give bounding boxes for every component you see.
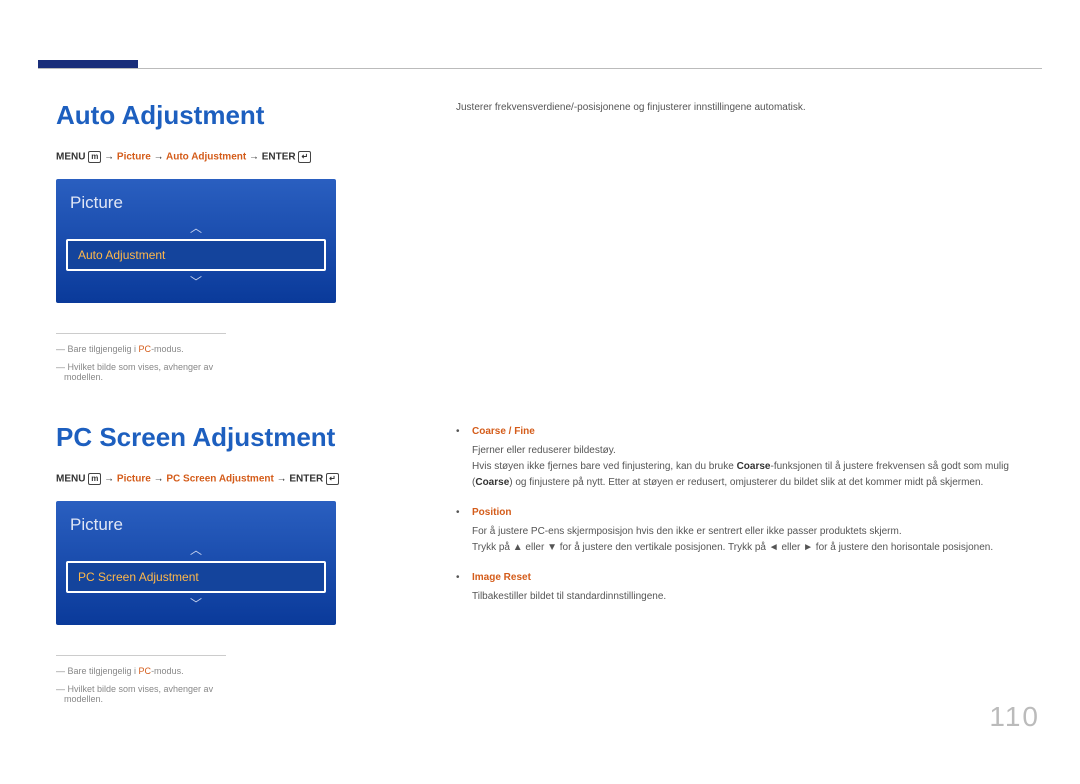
path-pc-screen-adjustment: PC Screen Adjustment (166, 474, 273, 485)
path-menu-label: MENU (56, 474, 88, 485)
path-arrow: → (274, 474, 290, 485)
bullet-body: Fjerner eller reduserer bildestøy. Hvis … (472, 445, 1009, 488)
osd-menu-panel-2: Picture ︿ PC Screen Adjustment ﹀ (56, 501, 336, 625)
footnote-text: ― Bare tilgjengelig i (56, 344, 139, 354)
osd-menu-item-auto-adjustment[interactable]: Auto Adjustment (66, 239, 326, 271)
menu-icon: m (88, 151, 101, 163)
path-auto-adjustment: Auto Adjustment (166, 152, 246, 163)
chevron-down-icon[interactable]: ﹀ (56, 597, 336, 611)
page-number: 110 (989, 701, 1040, 733)
bullet-title: Image Reset (472, 570, 1042, 586)
footnote-text: ― Bare tilgjengelig i (56, 666, 139, 676)
bullet-image-reset: Image Reset Tilbakestiller bildet til st… (456, 570, 1042, 605)
enter-icon: ↵ (326, 473, 339, 485)
bold-term: Coarse (475, 477, 509, 488)
footnote-text: -modus. (151, 666, 184, 676)
section2-path: MENU m → Picture → PC Screen Adjustment … (56, 473, 396, 485)
chevron-up-icon[interactable]: ︿ (56, 543, 336, 557)
osd-menu-item-pc-screen-adjustment[interactable]: PC Screen Adjustment (66, 561, 326, 593)
osd-menu-title: Picture (56, 189, 336, 221)
footnote-1: ― Bare tilgjengelig i PC-modus. (56, 666, 226, 676)
section1-description: Justerer frekvensverdiene/-posisjonene o… (456, 100, 1042, 116)
section2-bullet-list: Coarse / Fine Fjerner eller reduserer bi… (456, 424, 1042, 605)
bullet-title: Position (472, 505, 1042, 521)
body-text: ) og finjustere på nytt. Etter at støyen… (509, 477, 983, 488)
right-column: Justerer frekvensverdiene/-posisjonene o… (456, 100, 1042, 744)
section2-footnotes: ― Bare tilgjengelig i PC-modus. ― Hvilke… (56, 655, 226, 704)
bullet-body: For å justere PC-ens skjermposisjon hvis… (472, 526, 993, 553)
path-arrow: → (101, 152, 117, 163)
menu-icon: m (88, 473, 101, 485)
chevron-up-icon[interactable]: ︿ (56, 221, 336, 235)
bullet-body: Tilbakestiller bildet til standardinnsti… (472, 591, 666, 602)
path-picture: Picture (117, 474, 151, 485)
page-content: Auto Adjustment MENU m → Picture → Auto … (0, 0, 1080, 784)
path-arrow: → (151, 152, 166, 163)
footnote-highlight: PC (139, 344, 152, 354)
osd-menu-title: Picture (56, 511, 336, 543)
body-text: Fjerner eller reduserer bildestøy. Hvis … (472, 445, 737, 472)
path-arrow: → (151, 474, 167, 485)
bullet-title: Coarse / Fine (472, 424, 1042, 440)
footnote-highlight: PC (139, 666, 152, 676)
header-rule (38, 68, 1042, 69)
enter-icon: ↵ (298, 151, 311, 163)
bullet-position: Position For å justere PC-ens skjermposi… (456, 505, 1042, 556)
path-arrow: → (101, 474, 117, 485)
header-accent-bar (38, 60, 138, 68)
bold-term: Coarse (737, 461, 771, 472)
path-enter-label: ENTER (262, 152, 299, 163)
section1-path: MENU m → Picture → Auto Adjustment → ENT… (56, 151, 396, 163)
chevron-down-icon[interactable]: ﹀ (56, 275, 336, 289)
path-arrow: → (246, 152, 262, 163)
path-menu-label: MENU (56, 152, 88, 163)
section2-heading: PC Screen Adjustment (56, 422, 396, 453)
footnote-1: ― Bare tilgjengelig i PC-modus. (56, 344, 226, 354)
footnote-text: -modus. (151, 344, 184, 354)
footnote-2: ― Hvilket bilde som vises, avhenger av m… (56, 362, 226, 382)
bullet-coarse-fine: Coarse / Fine Fjerner eller reduserer bi… (456, 424, 1042, 491)
osd-menu-panel-1: Picture ︿ Auto Adjustment ﹀ (56, 179, 336, 303)
section1-footnotes: ― Bare tilgjengelig i PC-modus. ― Hvilke… (56, 333, 226, 382)
left-column: Auto Adjustment MENU m → Picture → Auto … (56, 100, 396, 744)
path-picture: Picture (117, 152, 151, 163)
section1-heading: Auto Adjustment (56, 100, 396, 131)
path-enter-label: ENTER (289, 474, 326, 485)
footnote-2: ― Hvilket bilde som vises, avhenger av m… (56, 684, 226, 704)
